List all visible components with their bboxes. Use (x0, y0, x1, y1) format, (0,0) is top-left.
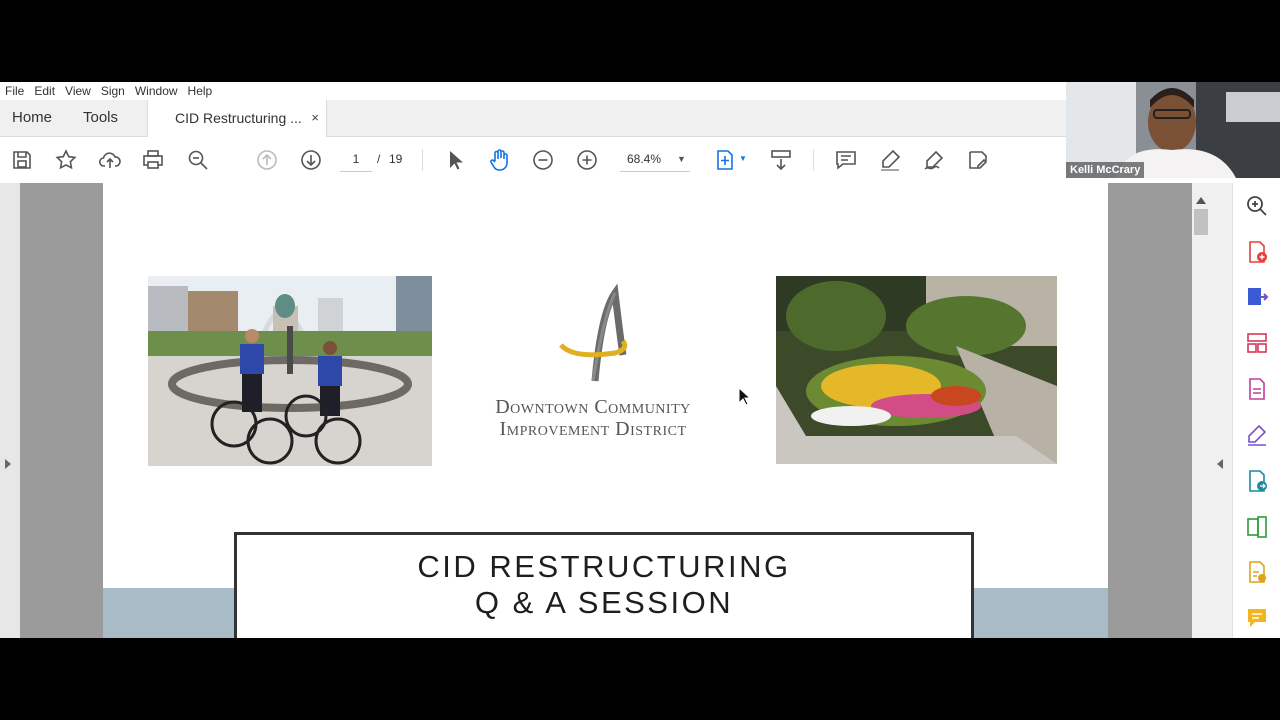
pdf-page: Downtown Community Improvement District (103, 183, 1108, 638)
title-box: CID RESTRUCTURING Q & A SESSION (234, 532, 974, 638)
tab-document[interactable]: CID Restructuring ... × (147, 100, 327, 137)
comment-tool-icon[interactable] (1245, 606, 1269, 630)
page-up-icon[interactable] (255, 148, 279, 172)
upload-cloud-icon[interactable] (98, 148, 122, 172)
zoom-select[interactable]: 68.4% ▼ (620, 147, 690, 172)
select-arrow-icon[interactable] (443, 148, 467, 172)
document-viewer[interactable]: Downtown Community Improvement District (0, 183, 1232, 638)
send-review-icon[interactable] (1245, 469, 1269, 493)
participant-name: Kelli McCrary (1066, 162, 1145, 178)
menu-window[interactable]: Window (130, 84, 183, 98)
expand-left-icon (5, 459, 11, 469)
print-icon[interactable] (141, 148, 165, 172)
video-thumbnail: Kelli McCrary (1066, 82, 1280, 178)
logo-line-2: Improvement District (499, 418, 687, 440)
title-line-2: Q & A SESSION (474, 585, 734, 620)
tab-tools[interactable]: Tools (83, 100, 118, 136)
edit-pdf-icon[interactable] (1245, 377, 1269, 401)
toolbar: 1 / 19 68.4% ▼ ▼ (0, 137, 1066, 184)
mouse-cursor-icon (738, 387, 752, 406)
scroll-up-icon[interactable] (1196, 197, 1206, 204)
toolbar-divider (813, 149, 814, 171)
page-total: 19 (389, 152, 403, 166)
tools-side-panel (1232, 183, 1280, 638)
fit-page-icon[interactable] (714, 148, 738, 172)
compress-icon[interactable] (1245, 515, 1269, 539)
page-number-input[interactable]: 1 (340, 147, 372, 172)
save-icon[interactable] (10, 148, 34, 172)
share-edit-icon[interactable] (966, 148, 990, 172)
arch-logo-icon (559, 283, 628, 382)
request-signatures-icon[interactable] (1245, 560, 1269, 584)
cid-logo: Downtown Community Improvement District (463, 283, 723, 453)
zoom-search-icon[interactable] (186, 148, 210, 172)
sign-icon[interactable] (922, 148, 946, 172)
left-panel-toggle[interactable] (0, 183, 20, 638)
tab-home[interactable]: Home (12, 100, 52, 136)
zoom-value: 68.4% (627, 152, 662, 166)
tab-bar: Home Tools CID Restructuring ... × (0, 100, 1066, 137)
menu-help[interactable]: Help (183, 84, 218, 98)
collapse-right-icon (1217, 459, 1223, 469)
chevron-down-icon: ▼ (677, 154, 686, 164)
tab-document-title: CID Restructuring ... (175, 110, 302, 126)
menu-bar: File Edit View Sign Window Help (0, 82, 1066, 100)
toolbar-divider (422, 149, 423, 171)
comment-icon[interactable] (834, 148, 858, 172)
export-pdf-icon[interactable] (1245, 285, 1269, 309)
menu-file[interactable]: File (0, 84, 29, 98)
highlight-icon[interactable] (878, 148, 902, 172)
bike-officers-photo (148, 276, 432, 466)
close-tab-icon[interactable]: × (311, 100, 319, 136)
scroll-mode-icon[interactable] (769, 148, 793, 172)
menu-sign[interactable]: Sign (96, 84, 130, 98)
bookmark-star-icon[interactable] (54, 148, 78, 172)
menu-view[interactable]: View (60, 84, 96, 98)
title-line-1: CID RESTRUCTURING (417, 549, 791, 584)
menu-edit[interactable]: Edit (29, 84, 60, 98)
fit-page-chevron-icon[interactable]: ▼ (739, 154, 747, 163)
vertical-scrollbar[interactable] (1192, 183, 1210, 638)
create-pdf-icon[interactable] (1245, 240, 1269, 264)
logo-line-1: Downtown Community (495, 396, 691, 418)
hand-tool-icon[interactable] (487, 148, 511, 172)
flower-bed-photo (776, 276, 1057, 464)
zoom-in-icon[interactable] (575, 148, 599, 172)
page-separator: / (377, 152, 381, 166)
page-down-icon[interactable] (299, 148, 323, 172)
organize-pages-icon[interactable] (1245, 331, 1269, 355)
right-panel-toggle[interactable] (1210, 183, 1232, 638)
fill-sign-icon[interactable] (1245, 423, 1269, 447)
scroll-thumb[interactable] (1194, 209, 1208, 235)
search-zoom-icon[interactable] (1245, 194, 1269, 218)
zoom-out-icon[interactable] (531, 148, 555, 172)
